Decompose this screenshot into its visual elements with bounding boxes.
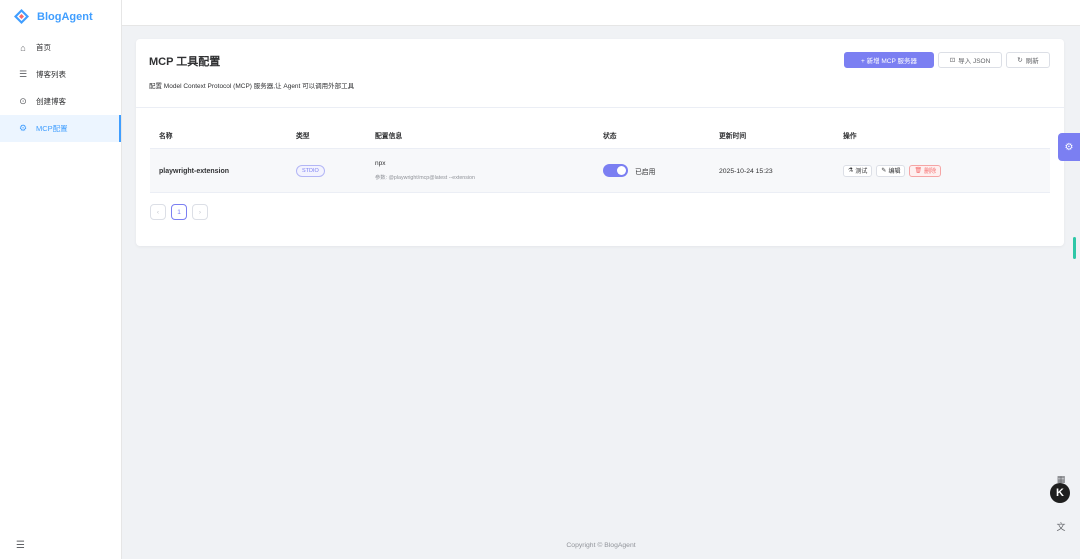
test-icon: ⚗ bbox=[848, 168, 854, 174]
list-icon: ☰ bbox=[18, 69, 28, 79]
import-icon: ⊡ bbox=[949, 57, 956, 64]
scroll-indicator[interactable] bbox=[1073, 237, 1076, 259]
app-logo[interactable]: BlogAgent bbox=[0, 0, 121, 33]
collapse-menu-icon[interactable]: ☰ bbox=[16, 540, 25, 551]
column-header-actions: 操作 bbox=[843, 132, 857, 140]
add-mcp-server-button[interactable]: + 新增 MCP 服务器 bbox=[844, 52, 934, 68]
config-args: 参数: @playwright/mcp@latest --extension bbox=[375, 175, 475, 181]
mcp-server-table: 名称 类型 配置信息 状态 更新时间 操作 playwright-extensi… bbox=[150, 121, 1050, 193]
sidebar-item-create-blog[interactable]: ⊙ 创建博客 bbox=[0, 88, 121, 115]
refresh-button-label: 刷新 bbox=[1025, 58, 1039, 65]
server-name: playwright-extension bbox=[159, 168, 230, 175]
app-name: BlogAgent bbox=[37, 10, 93, 23]
mcp-config-card: MCP 工具配置 配置 Model Context Protocol (MCP)… bbox=[136, 39, 1064, 246]
top-bar bbox=[122, 0, 1080, 26]
import-button-label: 导入 JSON bbox=[958, 58, 991, 65]
header-divider bbox=[136, 107, 1064, 108]
assistant-k-icon[interactable]: K bbox=[1050, 483, 1070, 503]
column-header-status: 状态 bbox=[603, 132, 617, 140]
updated-time: 2025-10-24 15:23 bbox=[719, 168, 773, 175]
next-page-button[interactable]: › bbox=[192, 204, 208, 220]
delete-button[interactable]: 🗑 删除 bbox=[909, 164, 942, 177]
sidebar-item-blog-list[interactable]: ☰ 博客列表 bbox=[0, 61, 121, 88]
table-row: playwright-extension STDIO npx 参数: @play… bbox=[150, 149, 1050, 193]
sidebar-item-mcp-config[interactable]: ⚙ MCP配置 bbox=[0, 115, 121, 142]
edit-button-label: 编辑 bbox=[888, 169, 901, 175]
column-header-type: 类型 bbox=[296, 132, 310, 140]
refresh-icon: ↻ bbox=[1017, 57, 1023, 64]
sidebar-item-label: 创建博客 bbox=[36, 97, 66, 106]
column-header-config: 配置信息 bbox=[375, 132, 403, 140]
trash-icon: 🗑 bbox=[914, 168, 923, 174]
type-tag: STDIO bbox=[296, 164, 325, 177]
home-icon: ⌂ bbox=[20, 42, 26, 53]
column-header-name: 名称 bbox=[159, 132, 173, 140]
sidebar-item-label: 博客列表 bbox=[36, 70, 66, 79]
delete-button-label: 删除 bbox=[924, 169, 937, 175]
gear-icon: ⚙ bbox=[18, 123, 28, 133]
test-button-label: 测试 bbox=[855, 169, 868, 175]
logo-icon bbox=[13, 8, 30, 25]
plus-circle-icon: ⊙ bbox=[19, 96, 27, 106]
settings-float-icon[interactable]: ⚙ bbox=[1058, 133, 1080, 161]
toggle-knob bbox=[617, 166, 626, 175]
column-header-updated: 更新时间 bbox=[719, 132, 747, 140]
table-header: 名称 类型 配置信息 状态 更新时间 操作 bbox=[150, 121, 1050, 149]
edit-icon: ✎ bbox=[881, 168, 887, 174]
sidebar-item-label: MCP配置 bbox=[36, 124, 68, 133]
page-title: MCP 工具配置 bbox=[149, 56, 221, 68]
sidebar-item-home[interactable]: ⌂ 首页 bbox=[0, 34, 121, 61]
pagination: ‹ 1 › bbox=[150, 204, 208, 220]
sidebar: BlogAgent ⌂ 首页 ☰ 博客列表 ⊙ 创建博客 ⚙ MCP配置 ☰ bbox=[0, 0, 122, 559]
page-number-button[interactable]: 1 bbox=[171, 204, 187, 220]
edit-button[interactable]: ✎ 编辑 bbox=[876, 164, 906, 177]
refresh-button[interactable]: ↻ 刷新 bbox=[1006, 52, 1050, 68]
import-json-button[interactable]: ⊡ 导入 JSON bbox=[938, 52, 1002, 68]
add-button-label: + 新增 MCP 服务器 bbox=[860, 58, 918, 65]
page-description: 配置 Model Context Protocol (MCP) 服务器,让 Ag… bbox=[149, 83, 355, 90]
status-label: 已启用 bbox=[635, 168, 656, 176]
test-button[interactable]: ⚗ 测试 bbox=[843, 164, 873, 177]
sidebar-item-label: 首页 bbox=[36, 43, 51, 52]
enabled-toggle[interactable] bbox=[603, 164, 628, 177]
footer-copyright: Copyright © BlogAgent bbox=[566, 542, 636, 549]
config-command: npx bbox=[375, 160, 386, 167]
prev-page-button[interactable]: ‹ bbox=[150, 204, 166, 220]
translate-icon[interactable]: 文 bbox=[1054, 519, 1068, 533]
